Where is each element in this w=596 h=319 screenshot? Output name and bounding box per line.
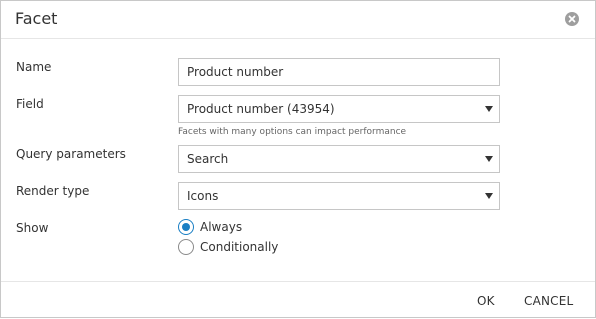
cancel-button[interactable]: CANCEL (524, 294, 573, 308)
dialog-title: Facet (15, 9, 58, 28)
field-label: Field (16, 97, 44, 111)
render-type-label: Render type (16, 184, 90, 198)
dialog-footer: OK CANCEL (1, 281, 595, 319)
field-hint: Facets with many options can impact perf… (178, 127, 407, 137)
radio-button-checked[interactable] (178, 219, 194, 235)
field-select[interactable]: Product number (43954) (178, 95, 500, 123)
caret-down-icon (485, 193, 493, 199)
radio-dot (182, 223, 190, 231)
name-input[interactable] (178, 58, 500, 86)
name-label: Name (16, 60, 52, 74)
query-parameters-select[interactable]: Search (178, 145, 500, 173)
field-select-value: Product number (43954) (187, 102, 335, 116)
show-label: Show (16, 221, 49, 235)
show-option-label: Conditionally (200, 240, 279, 254)
ok-button[interactable]: OK (477, 294, 495, 308)
facet-dialog: Facet Name Field Product number (43954) … (0, 0, 596, 318)
show-option-label: Always (200, 220, 243, 234)
radio-button-unchecked[interactable] (178, 239, 194, 255)
dialog-header: Facet (1, 1, 595, 39)
query-parameters-select-value: Search (187, 152, 229, 166)
query-parameters-label: Query parameters (16, 147, 126, 161)
caret-down-icon (485, 156, 493, 162)
render-type-select-value: Icons (187, 189, 219, 203)
close-icon[interactable] (565, 12, 579, 26)
caret-down-icon (485, 106, 493, 112)
render-type-select[interactable]: Icons (178, 182, 500, 210)
